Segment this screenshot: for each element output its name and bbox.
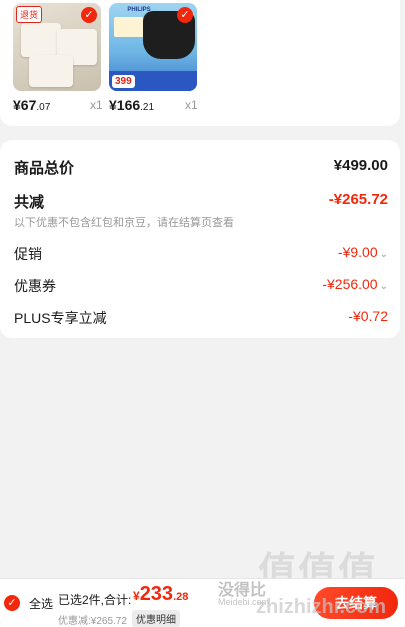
checkout-bar: ✓ 全选 已选2件,合计: ¥233.28 优惠减:¥265.72 优惠明细 去… bbox=[0, 578, 405, 627]
return-tag: 退货 bbox=[16, 6, 43, 23]
saved-amount: 优惠减:¥265.72 bbox=[58, 616, 127, 627]
price-summary-card: 商品总价 ¥499.00 共减 -¥265.72 以下优惠不包含红包和京豆，请在… bbox=[0, 140, 400, 338]
product-price-2: ¥166.21 bbox=[109, 97, 155, 113]
check-circle-icon[interactable]: ✓ bbox=[81, 7, 97, 23]
product-image-2[interactable]: PHILIPS 399 ✓ bbox=[109, 3, 197, 91]
total-label: 商品总价 bbox=[14, 160, 75, 177]
chevron-down-icon: ⌄ bbox=[379, 281, 388, 292]
check-circle-icon[interactable]: ✓ bbox=[4, 595, 20, 611]
promo-value: -¥9.00 ⌄ bbox=[337, 244, 388, 260]
product-qty-2: x1 bbox=[185, 98, 198, 112]
product-qty-1: x1 bbox=[90, 98, 103, 112]
product-card: 退货 ✓ ¥67.07 x1 PHILIPS 399 ✓ ¥166.21 x1 bbox=[0, 0, 400, 126]
total-value: ¥499.00 bbox=[333, 157, 388, 174]
product-price-1: ¥67.07 bbox=[13, 97, 51, 113]
check-circle-icon[interactable]: ✓ bbox=[177, 7, 193, 23]
product-image-1[interactable]: 退货 ✓ bbox=[13, 3, 101, 91]
chevron-down-icon: ⌄ bbox=[379, 249, 388, 260]
discount-label: 共减 bbox=[14, 194, 45, 211]
promo-price-tag: 399 bbox=[112, 75, 135, 88]
discount-details-button[interactable]: 优惠明细 bbox=[132, 610, 180, 627]
total-amount: ¥233.28 bbox=[133, 583, 189, 605]
coupon-label: 优惠券 bbox=[14, 278, 56, 294]
checkout-button[interactable]: 去结算 bbox=[314, 587, 398, 619]
discount-value: -¥265.72 bbox=[328, 191, 388, 208]
selected-count: 已选2件,合计: bbox=[58, 593, 132, 607]
plus-label: PLUS专享立减 bbox=[14, 310, 107, 326]
select-all-label[interactable]: 全选 bbox=[29, 595, 53, 612]
plus-value: -¥0.72 bbox=[348, 308, 388, 324]
coupon-value: -¥256.00 ⌄ bbox=[322, 276, 388, 292]
discount-note: 以下优惠不包含红包和京豆，请在结算页查看 bbox=[14, 217, 234, 229]
promo-label: 促销 bbox=[14, 246, 42, 262]
